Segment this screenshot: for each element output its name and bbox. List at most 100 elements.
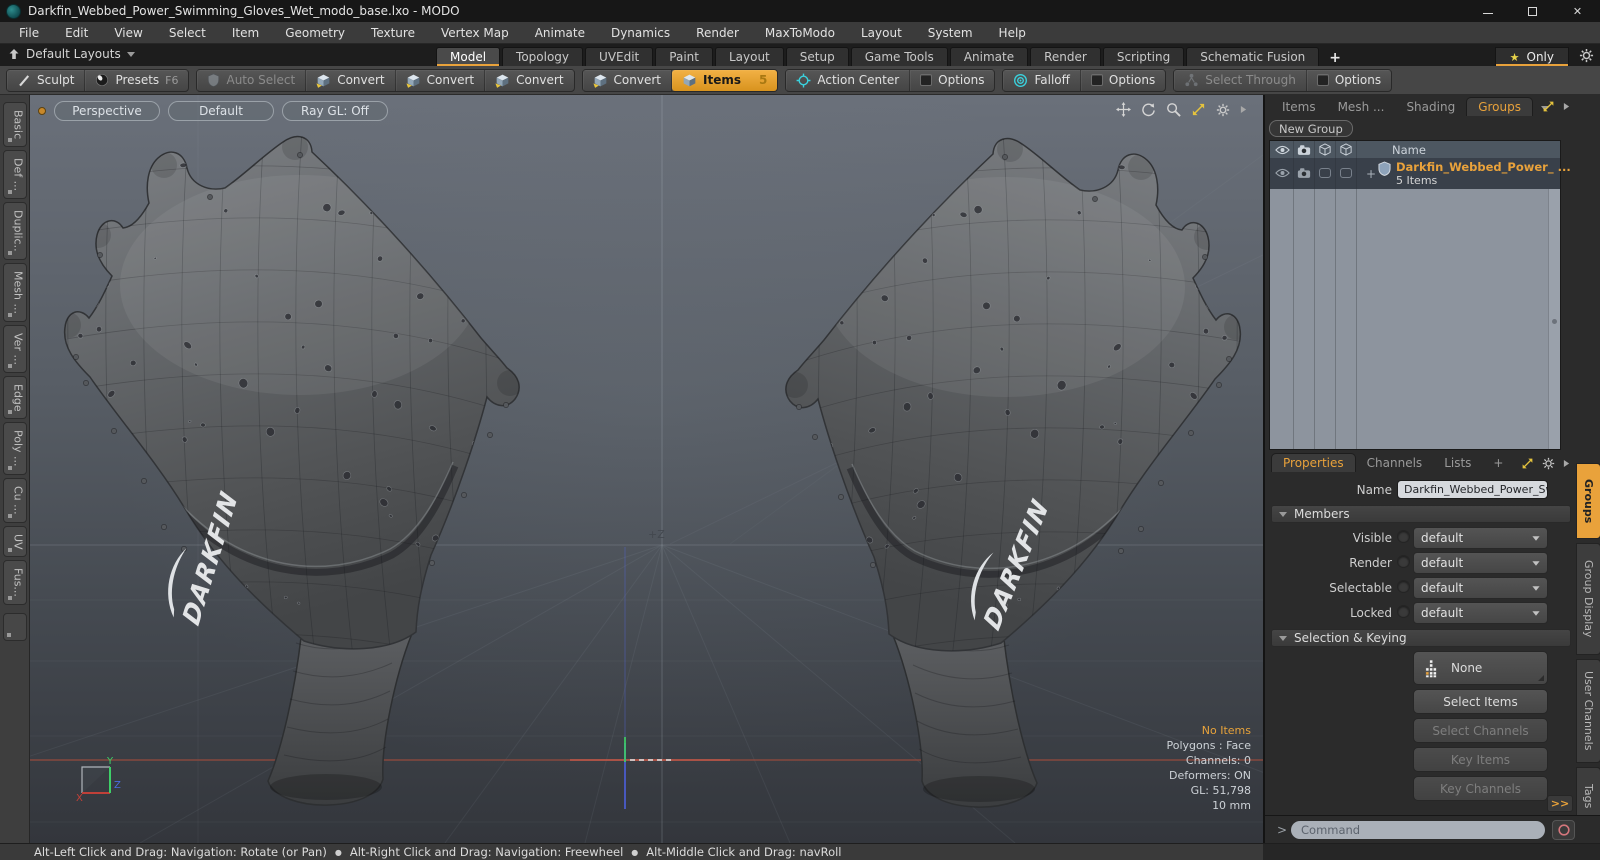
sculpt-button[interactable]: Sculpt <box>7 69 86 91</box>
expand-toggle[interactable]: + <box>1366 167 1376 181</box>
panel-expand-icon[interactable] <box>1563 102 1570 111</box>
viewport-rotation-indicator[interactable] <box>38 107 46 115</box>
add-properties-tab[interactable]: + <box>1482 454 1514 472</box>
tab-paint[interactable]: Paint <box>655 47 713 66</box>
falloff-button[interactable]: Falloff <box>1003 69 1081 91</box>
side-tab-user-channels[interactable]: User Channels <box>1576 659 1600 763</box>
tab-groups[interactable]: Groups <box>1466 97 1533 116</box>
visible-channel-dot[interactable] <box>1397 530 1410 543</box>
left-tab-deform[interactable]: Def ... <box>2 150 27 200</box>
viewport-3d[interactable]: DARKFIN DARKFIN Perspective Default Ray … <box>30 95 1263 843</box>
left-tab-mesh[interactable]: Mesh ... <box>2 262 27 322</box>
action-center-button[interactable]: Action Center <box>786 69 911 91</box>
menu-animate[interactable]: Animate <box>522 26 598 40</box>
action-center-options-button[interactable]: Options <box>910 70 994 91</box>
key-items-button[interactable]: Key Items <box>1413 747 1548 772</box>
keying-none-button[interactable]: None <box>1413 651 1548 685</box>
group-name[interactable]: Darkfin_Webbed_Power_ ... <box>1396 160 1571 174</box>
shading-mode-button[interactable]: Default <box>168 101 274 121</box>
left-tab-curve[interactable]: Cu ... <box>2 477 27 523</box>
properties-maximize-icon[interactable] <box>1521 457 1534 470</box>
falloff-options-button[interactable]: Options <box>1081 70 1165 91</box>
glove-mesh[interactable] <box>55 130 525 806</box>
left-tab-blank[interactable] <box>2 613 27 642</box>
menu-view[interactable]: View <box>101 26 155 40</box>
select-through-options-button[interactable]: Options <box>1307 70 1391 91</box>
left-tab-duplicate[interactable]: Duplic.. <box>2 202 27 260</box>
members-section-header[interactable]: Members <box>1271 505 1571 523</box>
selectable-channel-dot[interactable] <box>1397 580 1410 593</box>
presets-button[interactable]: Presets F6 <box>85 70 188 91</box>
left-tab-edge[interactable]: Edge <box>2 375 27 420</box>
properties-expand-icon[interactable] <box>1563 459 1570 468</box>
left-tab-basic[interactable]: Basic <box>2 102 27 148</box>
convert-edges-button[interactable]: Convert <box>396 69 486 91</box>
tab-render[interactable]: Render <box>1030 47 1101 66</box>
left-tab-fusion[interactable]: Fus... <box>2 560 27 606</box>
tab-properties[interactable]: Properties <box>1271 453 1356 472</box>
row-render-icon[interactable] <box>1297 167 1311 179</box>
locked-channel-dot[interactable] <box>1397 605 1410 618</box>
render-channel-dot[interactable] <box>1397 555 1410 568</box>
left-tab-uv[interactable]: UV <box>2 525 27 558</box>
menu-item[interactable]: Item <box>219 26 272 40</box>
new-group-button[interactable]: New Group <box>1269 120 1353 137</box>
orbit-icon[interactable] <box>1141 102 1156 117</box>
convert-vertices-button[interactable]: Convert <box>306 69 396 91</box>
gear-icon[interactable] <box>1579 48 1594 63</box>
locked-dropdown[interactable]: default <box>1413 602 1548 624</box>
menu-file[interactable]: File <box>6 26 52 40</box>
menu-layout[interactable]: Layout <box>848 26 915 40</box>
row-lock-checkbox[interactable] <box>1340 168 1352 178</box>
camera-mode-button[interactable]: Perspective <box>54 101 160 121</box>
tab-topology[interactable]: Topology <box>502 47 584 66</box>
auto-select-button[interactable]: Auto Select <box>197 69 307 91</box>
left-tab-polygon[interactable]: Poly ... <box>2 422 27 475</box>
menu-system[interactable]: System <box>915 26 986 40</box>
add-tab-button[interactable]: + <box>1321 50 1349 66</box>
maximize-viewport-icon[interactable] <box>1191 102 1206 117</box>
key-channels-button[interactable]: Key Channels <box>1413 776 1548 801</box>
left-tab-vertex[interactable]: Ver ... <box>2 324 27 373</box>
glove-mesh[interactable] <box>780 132 1250 808</box>
pan-icon[interactable] <box>1116 102 1131 117</box>
lock-column-cube-icon[interactable] <box>1340 143 1352 156</box>
menu-texture[interactable]: Texture <box>358 26 428 40</box>
convert-polygons-button[interactable]: Convert <box>485 70 573 91</box>
minimize-button[interactable] <box>1465 0 1510 22</box>
tab-shading[interactable]: Shading <box>1395 98 1466 116</box>
render-column-icon[interactable] <box>1297 144 1311 156</box>
tab-channels[interactable]: Channels <box>1356 454 1434 472</box>
tab-model[interactable]: Model <box>436 47 501 66</box>
tab-game-tools[interactable]: Game Tools <box>850 47 948 66</box>
select-through-button[interactable]: Select Through <box>1174 69 1307 91</box>
command-history-button[interactable] <box>1552 820 1575 840</box>
select-channels-button[interactable]: Select Channels <box>1413 718 1548 743</box>
visible-dropdown[interactable]: default <box>1413 527 1548 549</box>
menu-vertex-map[interactable]: Vertex Map <box>428 26 522 40</box>
group-name-field[interactable]: Darkfin_Webbed_Power_Swimmir <box>1397 480 1548 499</box>
raygl-button[interactable]: Ray GL: Off <box>282 101 388 121</box>
menu-select[interactable]: Select <box>156 26 219 40</box>
tree-empty-area[interactable] <box>1270 189 1560 449</box>
menu-render[interactable]: Render <box>683 26 752 40</box>
row-eye-icon[interactable] <box>1275 168 1290 178</box>
viewport-gear-icon[interactable] <box>1216 103 1230 117</box>
selection-keying-section-header[interactable]: Selection & Keying <box>1271 629 1571 647</box>
zoom-icon[interactable] <box>1166 102 1181 117</box>
panel-maximize-icon[interactable] <box>1542 100 1555 113</box>
tab-layout[interactable]: Layout <box>714 47 784 66</box>
maximize-button[interactable] <box>1510 0 1555 22</box>
convert-items-button[interactable]: Convert <box>583 69 672 91</box>
only-toggle[interactable]: ★ Only <box>1494 47 1569 66</box>
menu-geometry[interactable]: Geometry <box>272 26 358 40</box>
group-row-darkfin[interactable]: + Darkfin_Webbed_Power_ ... 5 Items <box>1270 158 1571 189</box>
tab-schematic-fusion[interactable]: Schematic Fusion <box>1186 47 1320 66</box>
selectable-dropdown[interactable]: default <box>1413 577 1548 599</box>
tab-scripting[interactable]: Scripting <box>1102 47 1185 66</box>
tab-setup[interactable]: Setup <box>785 47 849 66</box>
layout-switcher[interactable]: Default Layouts <box>8 47 135 61</box>
select-column-cube-icon[interactable] <box>1319 143 1331 156</box>
menu-maxtomodo[interactable]: MaxToModo <box>752 26 848 40</box>
close-button[interactable]: ✕ <box>1555 0 1600 22</box>
